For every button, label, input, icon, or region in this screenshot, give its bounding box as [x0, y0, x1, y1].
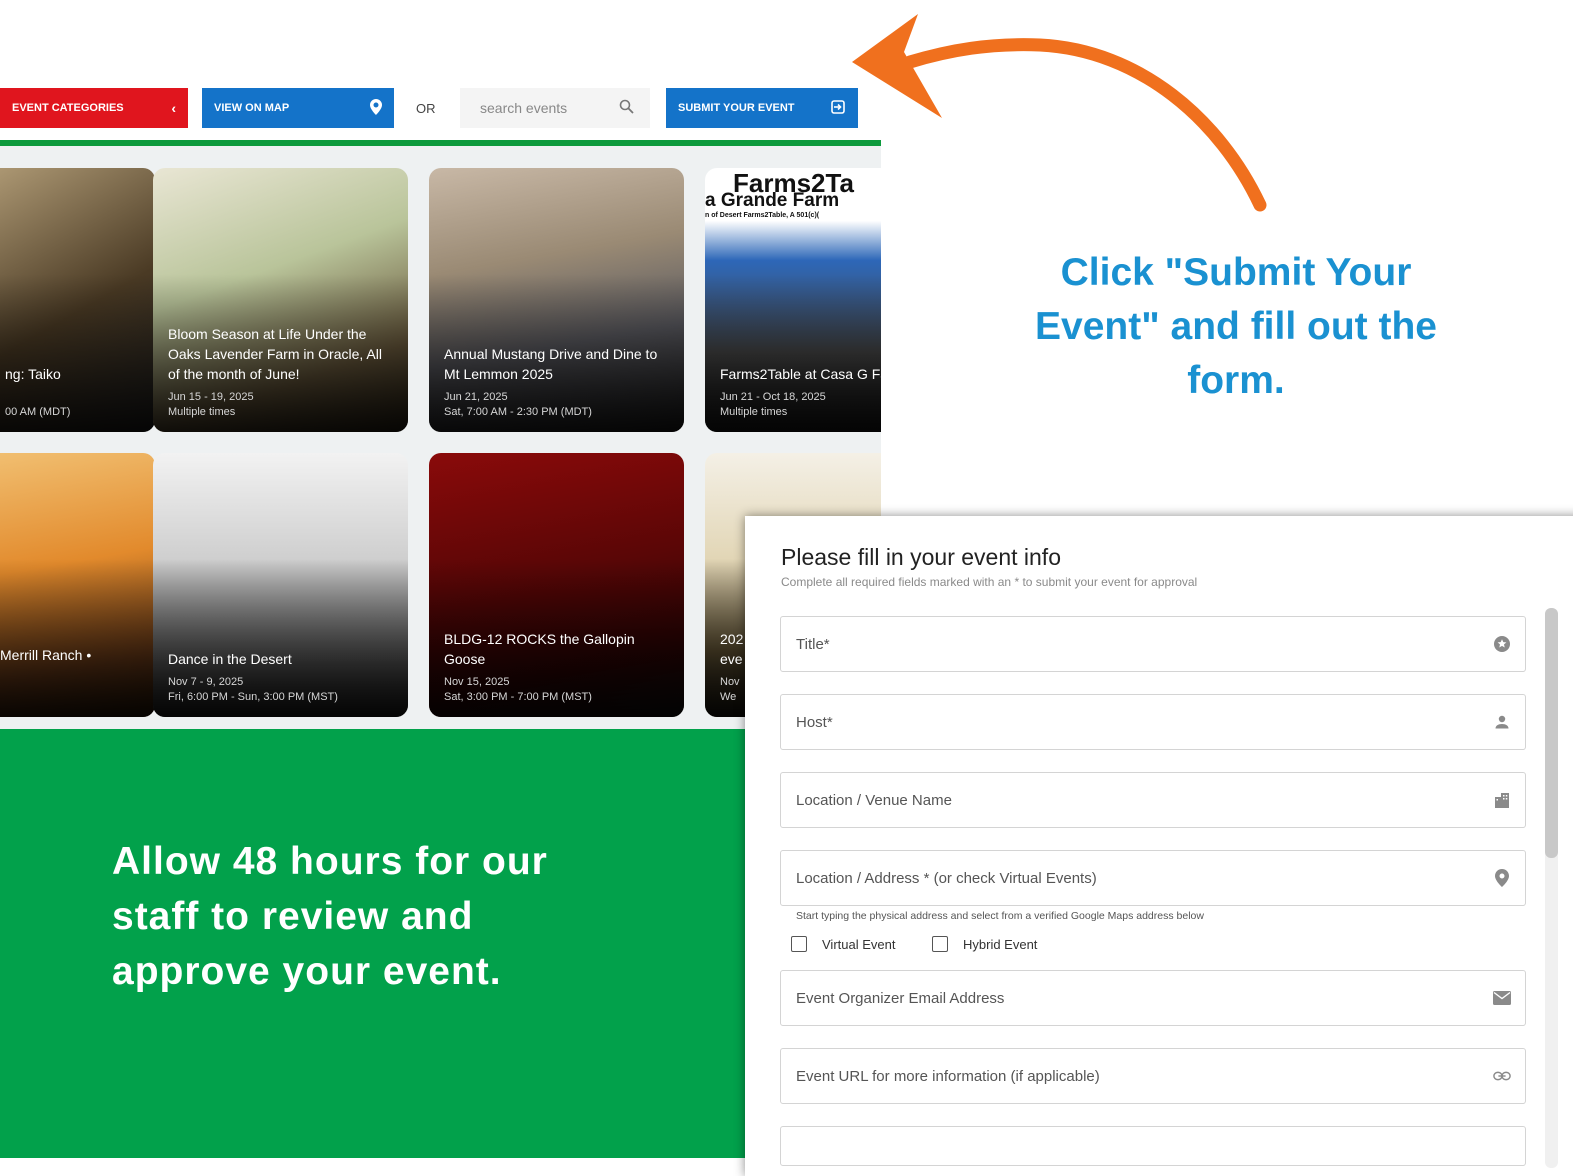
event-title: Annual Mustang Drive and Dine to Mt Lemm… [444, 346, 658, 382]
chevron-left-icon: ‹ [171, 100, 176, 116]
event-date: Nov 7 - 9, 2025 [168, 676, 244, 688]
form-scrollbar[interactable] [1545, 608, 1558, 1168]
hybrid-event-box[interactable] [932, 936, 948, 952]
event-time: Fri, 6:00 PM - Sun, 3:00 PM (MST) [168, 691, 338, 703]
venue-name-field[interactable]: Location / Venue Name [780, 772, 1526, 828]
event-categories-button[interactable]: EVENT CATEGORIES ‹ [0, 88, 188, 128]
envelope-icon [1493, 989, 1511, 1007]
person-icon [1493, 713, 1511, 731]
form-scrollbar-thumb[interactable] [1545, 608, 1558, 858]
event-time: Sat, 7:00 AM - 2:30 PM (MDT) [444, 406, 592, 418]
events-toolbar: EVENT CATEGORIES ‹ VIEW ON MAP OR search… [0, 76, 881, 146]
event-title: ng: Taiko [5, 366, 61, 382]
url-field-placeholder: Event URL for more information (if appli… [796, 1067, 1100, 1085]
virtual-event-box[interactable] [791, 936, 807, 952]
event-form-panel: Please fill in your event info Complete … [745, 516, 1573, 1176]
form-subtitle: Complete all required fields marked with… [781, 575, 1198, 589]
virtual-event-checkbox[interactable]: Virtual Event [791, 936, 895, 952]
event-card[interactable]: BLDG-12 ROCKS the Gallopin Goose Nov 15,… [429, 453, 684, 717]
view-on-map-button[interactable]: VIEW ON MAP [202, 88, 394, 128]
event-title: BLDG-12 ROCKS the Gallopin Goose [444, 631, 635, 667]
event-categories-label: EVENT CATEGORIES [12, 102, 124, 114]
event-url-field[interactable]: Event URL for more information (if appli… [780, 1048, 1526, 1104]
event-title: Dance in the Desert [168, 651, 292, 667]
event-date: Jun 21 - Oct 18, 2025 [720, 391, 826, 403]
view-on-map-label: VIEW ON MAP [214, 102, 290, 114]
submit-your-event-label: SUBMIT YOUR EVENT [678, 102, 795, 114]
title-field[interactable]: Title* [780, 616, 1526, 672]
next-field[interactable] [780, 1126, 1526, 1166]
event-title: 202 eve [720, 631, 744, 667]
submit-your-event-button[interactable]: SUBMIT YOUR EVENT [666, 88, 858, 128]
or-separator: OR [416, 101, 436, 116]
event-time: 00 AM (MDT) [5, 406, 71, 418]
venue-field-placeholder: Location / Venue Name [796, 791, 952, 809]
address-hint: Start typing the physical address and se… [796, 910, 1204, 922]
event-banner-text: a Grande Farm [705, 190, 840, 211]
search-icon[interactable] [619, 99, 634, 117]
event-time: We [720, 691, 737, 703]
search-placeholder: search events [480, 100, 568, 116]
event-card[interactable]: Merrill Ranch • [0, 453, 155, 717]
event-title: Merrill Ranch • [0, 647, 92, 663]
event-date: Jun 21, 2025 [444, 391, 508, 403]
event-card[interactable]: ng: Taiko 00 AM (MDT) [0, 168, 155, 432]
event-card[interactable]: Bloom Season at Life Under the Oaks Lave… [153, 168, 408, 432]
host-field-placeholder: Host* [796, 713, 833, 731]
event-banner-text: n of Desert Farms2Table, A 501(c)( [705, 212, 820, 219]
link-icon [1493, 1067, 1511, 1085]
event-card[interactable]: Annual Mustang Drive and Dine to Mt Lemm… [429, 168, 684, 432]
location-pin-icon [1493, 869, 1511, 887]
building-icon [1493, 791, 1511, 809]
event-title: Bloom Season at Life Under the Oaks Lave… [168, 326, 382, 382]
form-title: Please fill in your event info [781, 544, 1061, 570]
event-card[interactable]: Dance in the Desert Nov 7 - 9, 2025 Fri,… [153, 453, 408, 717]
title-field-placeholder: Title* [796, 635, 830, 653]
hybrid-event-label: Hybrid Event [963, 936, 1038, 952]
host-field[interactable]: Host* [780, 694, 1526, 750]
event-title: Farms2Table at Casa G Farmers Market (@ … [720, 366, 881, 382]
pointer-arrow-icon [852, 14, 1267, 212]
review-note: Allow 48 hours for our staff to review a… [112, 840, 548, 993]
instruction-text: Click "Submit Your Event" and fill out t… [1035, 251, 1437, 402]
event-date: Nov 15, 2025 [444, 676, 510, 688]
search-events-input[interactable]: search events [460, 88, 650, 128]
organizer-email-field[interactable]: Event Organizer Email Address [780, 970, 1526, 1026]
card-shade [0, 558, 155, 717]
virtual-event-label: Virtual Event [822, 936, 896, 952]
address-field-placeholder: Location / Address * (or check Virtual E… [796, 869, 1097, 887]
star-circle-icon [1493, 635, 1511, 653]
event-time: Multiple times [720, 406, 788, 418]
event-date: Nov [720, 676, 740, 688]
email-field-placeholder: Event Organizer Email Address [796, 989, 1005, 1007]
event-date: Jun 15 - 19, 2025 [168, 391, 254, 403]
map-pin-icon [370, 98, 382, 118]
event-time: Sat, 3:00 PM - 7:00 PM (MST) [444, 691, 592, 703]
hybrid-event-checkbox[interactable]: Hybrid Event [932, 936, 1037, 952]
address-field[interactable]: Location / Address * (or check Virtual E… [780, 850, 1526, 906]
event-time: Multiple times [168, 406, 236, 418]
